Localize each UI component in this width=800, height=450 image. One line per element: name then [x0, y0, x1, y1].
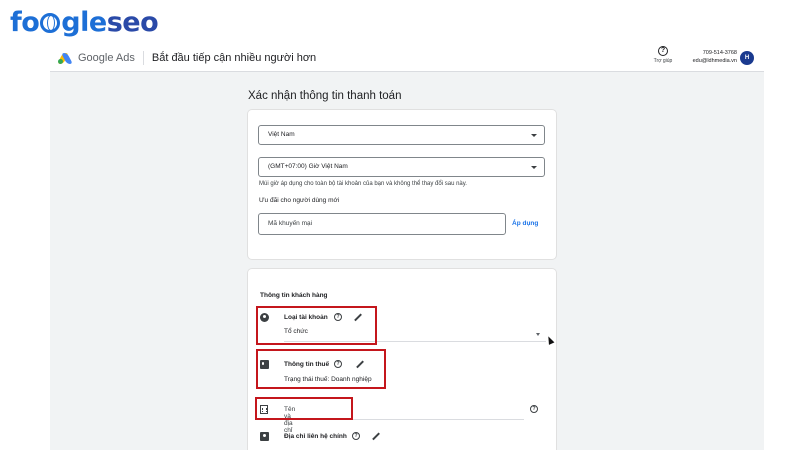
logo-text-part3: seo	[106, 6, 159, 38]
page-heading: Bắt đầu tiếp cận nhiều người hơn	[151, 51, 317, 64]
globe-icon	[40, 12, 61, 33]
header-divider	[142, 50, 144, 65]
country-select-value: Việt Nam	[268, 131, 295, 138]
help-circle-icon[interactable]: ?	[530, 405, 538, 413]
account-id: 709-514-3768	[702, 50, 737, 56]
primary-contact-label: Địa chỉ liên hệ chính	[284, 433, 347, 440]
customer-info-title: Thông tin khách hàng	[260, 292, 328, 299]
timezone-hint: Múi giờ áp dụng cho toàn bộ tài khoản củ…	[259, 181, 467, 187]
highlight-box-account-type	[256, 306, 377, 345]
billing-settings-card: Việt Nam (GMT+07:00) Giờ Việt Nam Múi gi…	[248, 110, 556, 259]
highlight-box-name-address	[255, 397, 353, 420]
account-info[interactable]: 709-514-3768 edu@ldhmedia.vn	[682, 49, 737, 65]
chevron-down-icon	[531, 134, 537, 137]
timezone-select-value: (GMT+07:00) Giờ Việt Nam	[268, 163, 348, 170]
help-label: Trợ giúp	[653, 58, 673, 64]
watermark-logo: fo gleseo	[0, 0, 180, 44]
top-bar: Google Ads Bắt đầu tiếp cận nhiều người …	[50, 44, 764, 72]
help-icon: ?	[658, 46, 668, 56]
google-ads-logo-icon[interactable]	[57, 52, 73, 64]
chevron-down-icon	[531, 166, 537, 169]
country-select[interactable]: Việt Nam	[258, 125, 545, 145]
highlight-box-tax-info	[256, 349, 386, 389]
logo-text-part1: fo	[10, 6, 40, 38]
chevron-down-icon[interactable]	[536, 333, 540, 336]
edit-pencil-icon[interactable]	[372, 432, 381, 441]
promo-placeholder: Mã khuyến mại	[268, 220, 313, 227]
timezone-select[interactable]: (GMT+07:00) Giờ Việt Nam	[258, 157, 545, 177]
help-button[interactable]: ? Trợ giúp	[650, 46, 676, 64]
apply-button[interactable]: Áp dụng	[512, 220, 538, 227]
contact-card-icon	[260, 432, 269, 441]
section-title: Xác nhận thông tin thanh toán	[248, 90, 402, 102]
account-email: edu@ldhmedia.vn	[692, 58, 737, 64]
promo-code-input[interactable]: Mã khuyến mại	[258, 213, 506, 235]
promo-label: Ưu đãi cho người dùng mới	[259, 197, 340, 204]
screenshot-frame: Google Ads Bắt đầu tiếp cận nhiều người …	[50, 44, 764, 450]
avatar[interactable]: H	[740, 51, 754, 65]
logo-text-part2: gle	[61, 6, 107, 38]
help-circle-icon[interactable]: ?	[352, 432, 360, 440]
brand-name: Google Ads	[78, 51, 135, 64]
